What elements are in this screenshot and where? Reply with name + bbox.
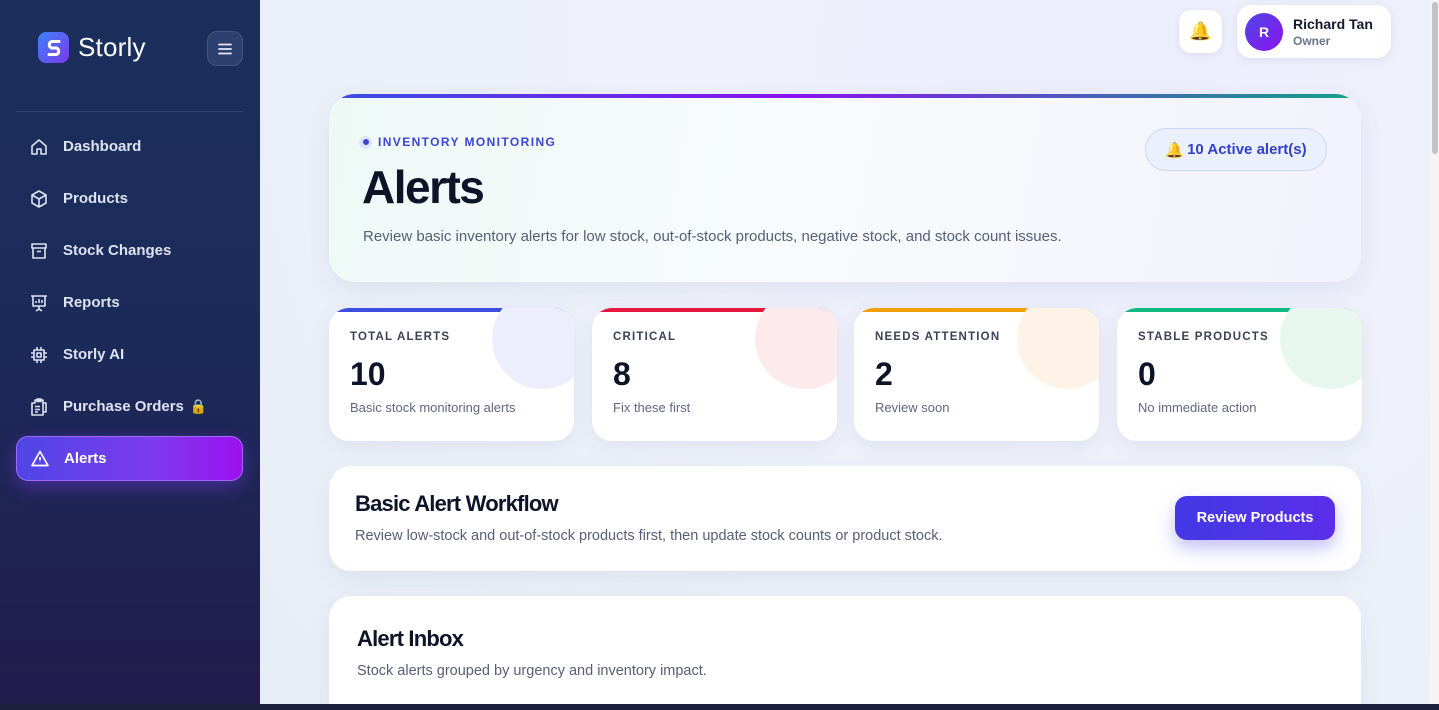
- stat-decoration: [1017, 308, 1099, 389]
- sidebar-item-reports[interactable]: Reports: [16, 280, 243, 325]
- stat-description: No immediate action: [1138, 400, 1257, 415]
- clipboard-icon: [31, 397, 47, 416]
- hamburger-icon: [218, 43, 232, 54]
- sidebar-item-label: Dashboard: [63, 138, 142, 155]
- brand[interactable]: Storly: [38, 32, 146, 63]
- hero-card: INVENTORY MONITORING Alerts Review basic…: [329, 94, 1361, 282]
- user-name: Richard Tan: [1293, 15, 1373, 32]
- stat-label: CRITICAL: [613, 331, 677, 343]
- main-content: 🔔 R Richard Tan Owner INVENTORY MONITORI…: [260, 0, 1430, 704]
- workflow-title: Basic Alert Workflow: [355, 491, 559, 516]
- active-alerts-badge[interactable]: 🔔 10 Active alert(s): [1145, 128, 1327, 171]
- stat-decoration: [1280, 308, 1362, 389]
- stat-card-total-alerts: TOTAL ALERTS 10 Basic stock monitoring a…: [329, 308, 574, 441]
- inbox-title: Alert Inbox: [357, 626, 464, 651]
- bell-icon: 🔔: [1189, 21, 1212, 41]
- user-info: Richard Tan Owner: [1293, 16, 1373, 48]
- stat-value: 0: [1138, 356, 1156, 392]
- page-title: Alerts: [362, 161, 485, 213]
- stat-decoration: [492, 308, 574, 389]
- sidebar-item-stock-changes[interactable]: Stock Changes: [16, 228, 243, 273]
- sidebar-item-label: Alerts: [64, 450, 107, 467]
- sidebar-nav: Dashboard Products Stock Changes Reports…: [16, 124, 243, 488]
- sidebar-item-label: Stock Changes: [63, 242, 172, 259]
- archive-icon: [31, 242, 47, 259]
- lock-icon: 🔒: [189, 398, 208, 414]
- notifications-button[interactable]: 🔔: [1179, 10, 1222, 53]
- stat-value: 2: [875, 356, 893, 392]
- brand-name: Storly: [78, 32, 146, 62]
- sidebar-item-storly-ai[interactable]: Storly AI: [16, 332, 243, 377]
- sidebar-item-purchase-orders[interactable]: Purchase Orders 🔒: [16, 384, 243, 429]
- stat-value: 8: [613, 356, 631, 392]
- hero-accent-bar: [329, 94, 1361, 98]
- stat-description: Fix these first: [613, 400, 691, 415]
- alert-inbox-card: Alert Inbox Stock alerts grouped by urge…: [329, 596, 1361, 704]
- window-bottom-edge: [0, 704, 1439, 710]
- stat-card-needs-attention: NEEDS ATTENTION 2 Review soon: [854, 308, 1099, 441]
- home-icon: [31, 138, 47, 155]
- eyebrow-text: INVENTORY MONITORING: [378, 135, 557, 149]
- avatar: R: [1245, 12, 1283, 51]
- review-products-button[interactable]: Review Products: [1175, 496, 1335, 540]
- active-alerts-label: 10 Active alert(s): [1187, 141, 1307, 158]
- sidebar-item-label: Reports: [63, 294, 120, 311]
- sidebar-item-label: Storly AI: [63, 346, 125, 363]
- warning-triangle-icon: [31, 450, 49, 466]
- dot-icon: [359, 135, 372, 149]
- sidebar: Storly Dashboard Products Stock Changes …: [0, 0, 260, 704]
- storly-logo-icon: [38, 32, 69, 63]
- inbox-subtitle: Stock alerts grouped by urgency and inve…: [357, 663, 707, 679]
- workflow-card: Basic Alert Workflow Review low-stock an…: [329, 466, 1361, 571]
- sidebar-item-alerts[interactable]: Alerts: [16, 436, 243, 481]
- eyebrow: INVENTORY MONITORING: [359, 135, 556, 149]
- chip-icon: [31, 346, 47, 363]
- stat-label: STABLE PRODUCTS: [1138, 331, 1269, 343]
- user-menu[interactable]: R Richard Tan Owner: [1237, 5, 1391, 58]
- menu-toggle-button[interactable]: [207, 31, 243, 66]
- stat-value: 10: [350, 356, 386, 392]
- stat-card-stable-products: STABLE PRODUCTS 0 No immediate action: [1117, 308, 1362, 441]
- sidebar-divider: [16, 111, 243, 112]
- stat-description: Review soon: [875, 400, 950, 415]
- stat-card-critical: CRITICAL 8 Fix these first: [592, 308, 837, 441]
- sidebar-item-label: Products: [63, 190, 129, 207]
- scrollbar-thumb[interactable]: [1432, 2, 1438, 154]
- user-role: Owner: [1293, 33, 1331, 48]
- page-subtitle: Review basic inventory alerts for low st…: [363, 228, 1062, 245]
- stat-description: Basic stock monitoring alerts: [350, 400, 516, 415]
- sidebar-item-label: Purchase Orders: [63, 398, 184, 415]
- sidebar-item-products[interactable]: Products: [16, 176, 243, 221]
- workflow-subtitle: Review low-stock and out-of-stock produc…: [355, 528, 943, 544]
- box-icon: [31, 189, 47, 208]
- stat-decoration: [755, 308, 837, 389]
- stat-label: TOTAL ALERTS: [350, 331, 451, 343]
- stat-label: NEEDS ATTENTION: [875, 331, 1001, 343]
- bell-icon: 🔔: [1165, 141, 1185, 159]
- presentation-chart-icon: [31, 294, 47, 312]
- sidebar-item-dashboard[interactable]: Dashboard: [16, 124, 243, 169]
